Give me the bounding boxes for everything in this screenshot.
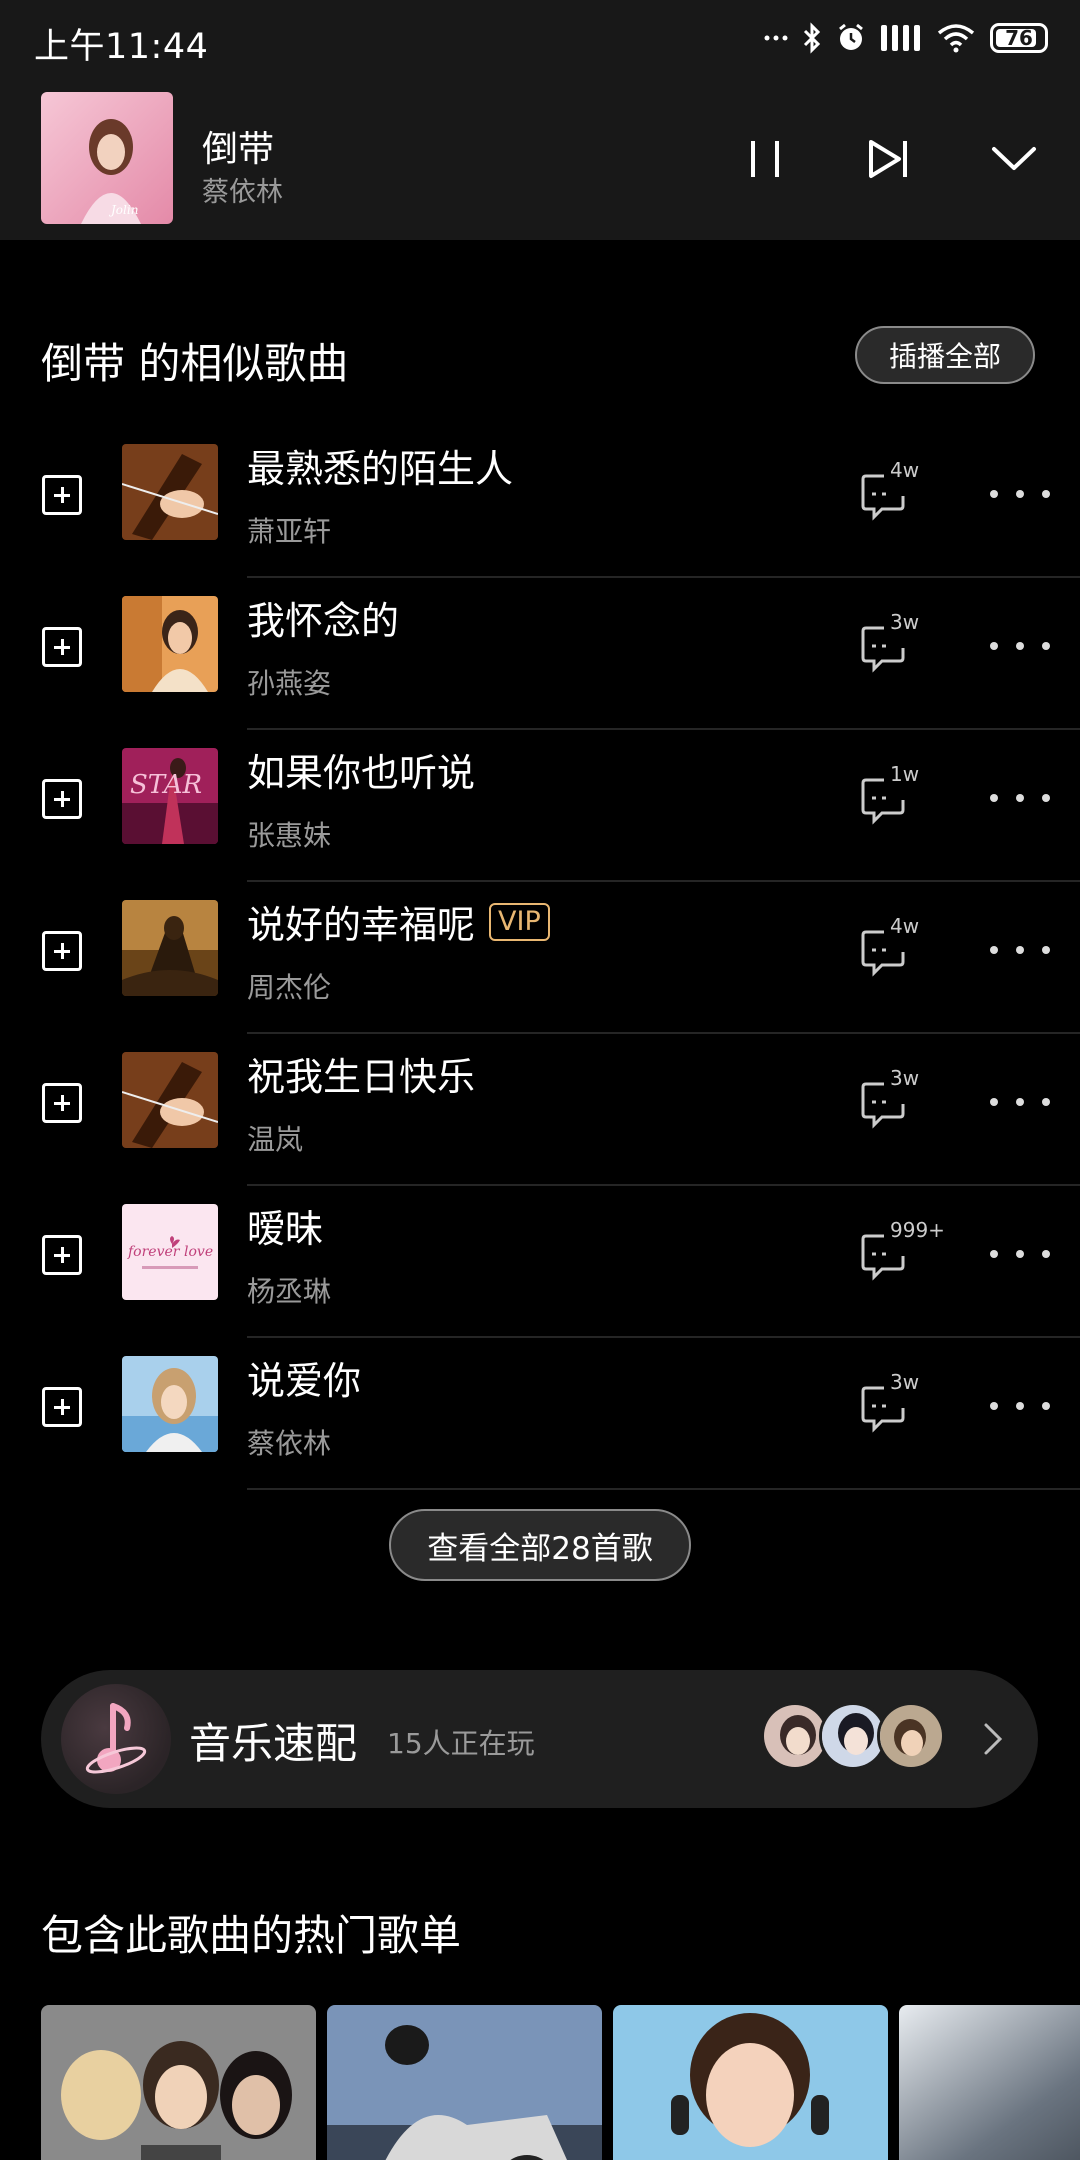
song-artist: 张惠妹 (247, 819, 332, 852)
battery-icon: 76 (990, 23, 1048, 53)
more-options-icon[interactable] (990, 636, 1050, 656)
song-row[interactable]: 说好的幸福呢 VIP 周杰伦 4w (0, 882, 1080, 1034)
add-to-playlist-icon[interactable] (42, 475, 82, 515)
mini-player-artist: 蔡依林 (202, 177, 283, 208)
song-title: 我怀念的 (247, 599, 400, 643)
chevron-right-icon (984, 1723, 1003, 1755)
wifi-icon (937, 24, 975, 53)
song-row[interactable]: 说爱你 蔡依林 3w (0, 1338, 1080, 1490)
next-icon (869, 140, 907, 178)
song-cover (122, 444, 218, 540)
divider (247, 1488, 1080, 1490)
more-options-icon[interactable] (990, 1092, 1050, 1112)
song-artist: 蔡依林 (247, 1427, 332, 1460)
song-title: 祝我生日快乐 (247, 1055, 476, 1099)
song-row[interactable]: 祝我生日快乐 温岚 3w (0, 1034, 1080, 1186)
add-to-playlist-icon[interactable] (42, 1235, 82, 1275)
more-options-icon[interactable] (990, 1396, 1050, 1416)
song-artist: 杨丞琳 (247, 1275, 332, 1308)
song-row[interactable]: 我怀念的 孙燕姿 3w (0, 578, 1080, 730)
comment-button[interactable]: 3w (860, 1370, 940, 1438)
song-row[interactable]: 最熟悉的陌生人 萧亚轩 4w (0, 426, 1080, 578)
song-title: 说爱你 (247, 1359, 362, 1403)
mini-player[interactable]: Jolin 倒带 蔡依林 (0, 78, 1080, 240)
alarm-icon (839, 23, 863, 50)
comment-count: 1w (890, 762, 920, 786)
song-artist: 孙燕姿 (247, 667, 332, 700)
svg-text:STAR: STAR (130, 770, 202, 800)
comment-count: 999+ (890, 1218, 945, 1242)
comment-button[interactable]: 4w (860, 458, 940, 526)
song-title: 暧昧 (247, 1207, 324, 1251)
music-match-avatars (761, 1702, 961, 1772)
status-bar: 上午11:44 76 (0, 0, 1080, 78)
battery-level: 76 (1005, 26, 1033, 50)
more-dots-icon (764, 35, 788, 41)
song-row[interactable]: STAR 如果你也听说 张惠妹 1w (0, 730, 1080, 882)
comment-count: 3w (890, 1370, 920, 1394)
song-artist: 周杰伦 (247, 971, 332, 1004)
comment-count: 3w (890, 1066, 920, 1090)
pause-button[interactable] (732, 126, 798, 192)
collapse-chevron-icon (992, 147, 1036, 170)
song-cover (122, 900, 218, 996)
status-time: 上午11:44 (34, 27, 209, 67)
music-note-planet-icon (85, 1703, 147, 1774)
music-match-title: 音乐速配 (189, 1719, 358, 1768)
song-cover (122, 596, 218, 692)
comment-button[interactable]: 3w (860, 1066, 940, 1134)
add-to-playlist-icon[interactable] (42, 1387, 82, 1427)
playlist-card[interactable] (899, 2005, 1080, 2160)
song-artist: 萧亚轩 (247, 515, 332, 548)
similar-song-list: 最熟悉的陌生人 萧亚轩 4w 我怀念的 孙燕姿 3w STAR 如果你也听说 张… (0, 426, 1080, 1490)
playlist-card[interactable] (41, 2005, 316, 2160)
comment-button[interactable]: 4w (860, 914, 940, 982)
more-options-icon[interactable] (990, 1244, 1050, 1264)
next-button[interactable] (856, 126, 922, 192)
add-to-playlist-icon[interactable] (42, 931, 82, 971)
similar-songs-title: 倒带 的相似歌曲 (41, 339, 349, 388)
song-title: 说好的幸福呢 VIP (247, 894, 550, 949)
more-options-icon[interactable] (990, 940, 1050, 960)
avatar (877, 1702, 945, 1770)
add-to-playlist-icon[interactable] (42, 779, 82, 819)
bluetooth-icon (803, 22, 821, 54)
pause-icon (751, 141, 779, 177)
more-options-icon[interactable] (990, 788, 1050, 808)
more-options-icon[interactable] (990, 484, 1050, 504)
svg-text:love: love (184, 1244, 213, 1260)
song-cover: STAR (122, 748, 218, 844)
svg-text:Jolin: Jolin (108, 203, 138, 217)
playlist-card[interactable] (327, 2005, 602, 2160)
vip-badge: VIP (489, 902, 550, 941)
mini-player-album-cover[interactable]: Jolin (41, 92, 173, 224)
song-row[interactable]: forever love 暧昧 杨丞琳 999+ (0, 1186, 1080, 1338)
comment-button[interactable]: 999+ (860, 1218, 945, 1286)
collapse-button[interactable] (981, 126, 1047, 192)
song-cover: forever love (122, 1204, 218, 1300)
song-title: 如果你也听说 (247, 751, 476, 795)
comment-count: 3w (890, 610, 920, 634)
signal-icon (881, 25, 920, 51)
status-icons: 76 (764, 20, 1048, 56)
song-title: 最熟悉的陌生人 (247, 447, 514, 491)
add-to-playlist-icon[interactable] (42, 1083, 82, 1123)
play-all-button[interactable]: 插播全部 (855, 326, 1035, 384)
view-all-songs-button[interactable]: 查看全部28首歌 (389, 1509, 691, 1581)
song-artist: 温岚 (247, 1123, 304, 1156)
comment-count: 4w (890, 914, 920, 938)
add-to-playlist-icon[interactable] (42, 627, 82, 667)
music-match-subtitle: 15人正在玩 (387, 1727, 535, 1760)
mini-player-title: 倒带 (202, 129, 275, 170)
comment-count: 4w (890, 458, 920, 482)
music-match-banner[interactable]: 音乐速配 15人正在玩 (41, 1670, 1038, 1808)
comment-button[interactable]: 3w (860, 610, 940, 678)
playlist-carousel (41, 2005, 1080, 2160)
song-cover (122, 1052, 218, 1148)
music-match-logo (61, 1684, 171, 1794)
song-cover (122, 1356, 218, 1452)
playlist-card[interactable] (613, 2005, 888, 2160)
hot-playlists-title: 包含此歌曲的热门歌单 (41, 1911, 462, 1960)
comment-button[interactable]: 1w (860, 762, 940, 830)
